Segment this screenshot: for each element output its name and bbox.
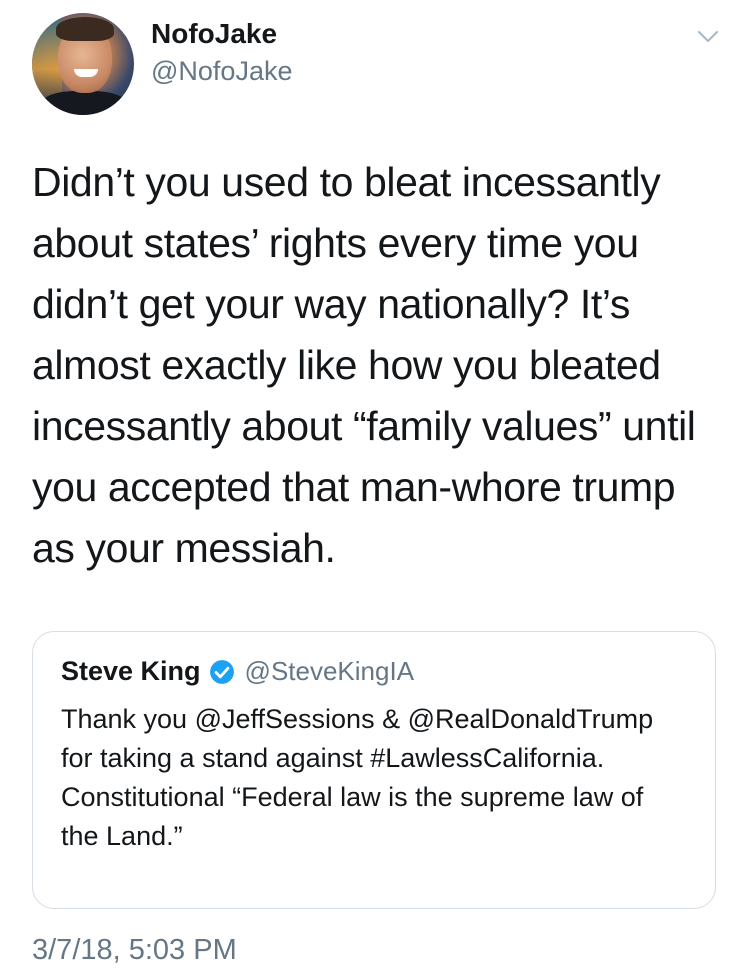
author-display-name[interactable]: NofoJake: [151, 18, 277, 50]
avatar-shirt: [42, 91, 126, 115]
quoted-author-handle: @SteveKingIA: [244, 656, 415, 686]
verified-badge-icon: [209, 659, 234, 684]
quoted-tweet-header: Steve King @SteveKingIA: [61, 656, 414, 687]
tweet-text: Didn’t you used to bleat incessantly abo…: [32, 159, 696, 571]
quoted-tweet-text: Thank you @JeffSessions & @RealDonaldTru…: [61, 704, 654, 851]
chevron-down-icon[interactable]: [696, 24, 720, 48]
avatar[interactable]: [32, 13, 134, 115]
quoted-tweet[interactable]: Steve King @SteveKingIA Thank you @JeffS…: [32, 631, 716, 909]
author-handle[interactable]: @NofoJake: [151, 56, 292, 87]
tweet-timestamp[interactable]: 3/7/18, 5:03 PM: [32, 934, 237, 967]
avatar-hair: [56, 17, 114, 41]
quoted-author-display-name: Steve King: [61, 656, 201, 686]
